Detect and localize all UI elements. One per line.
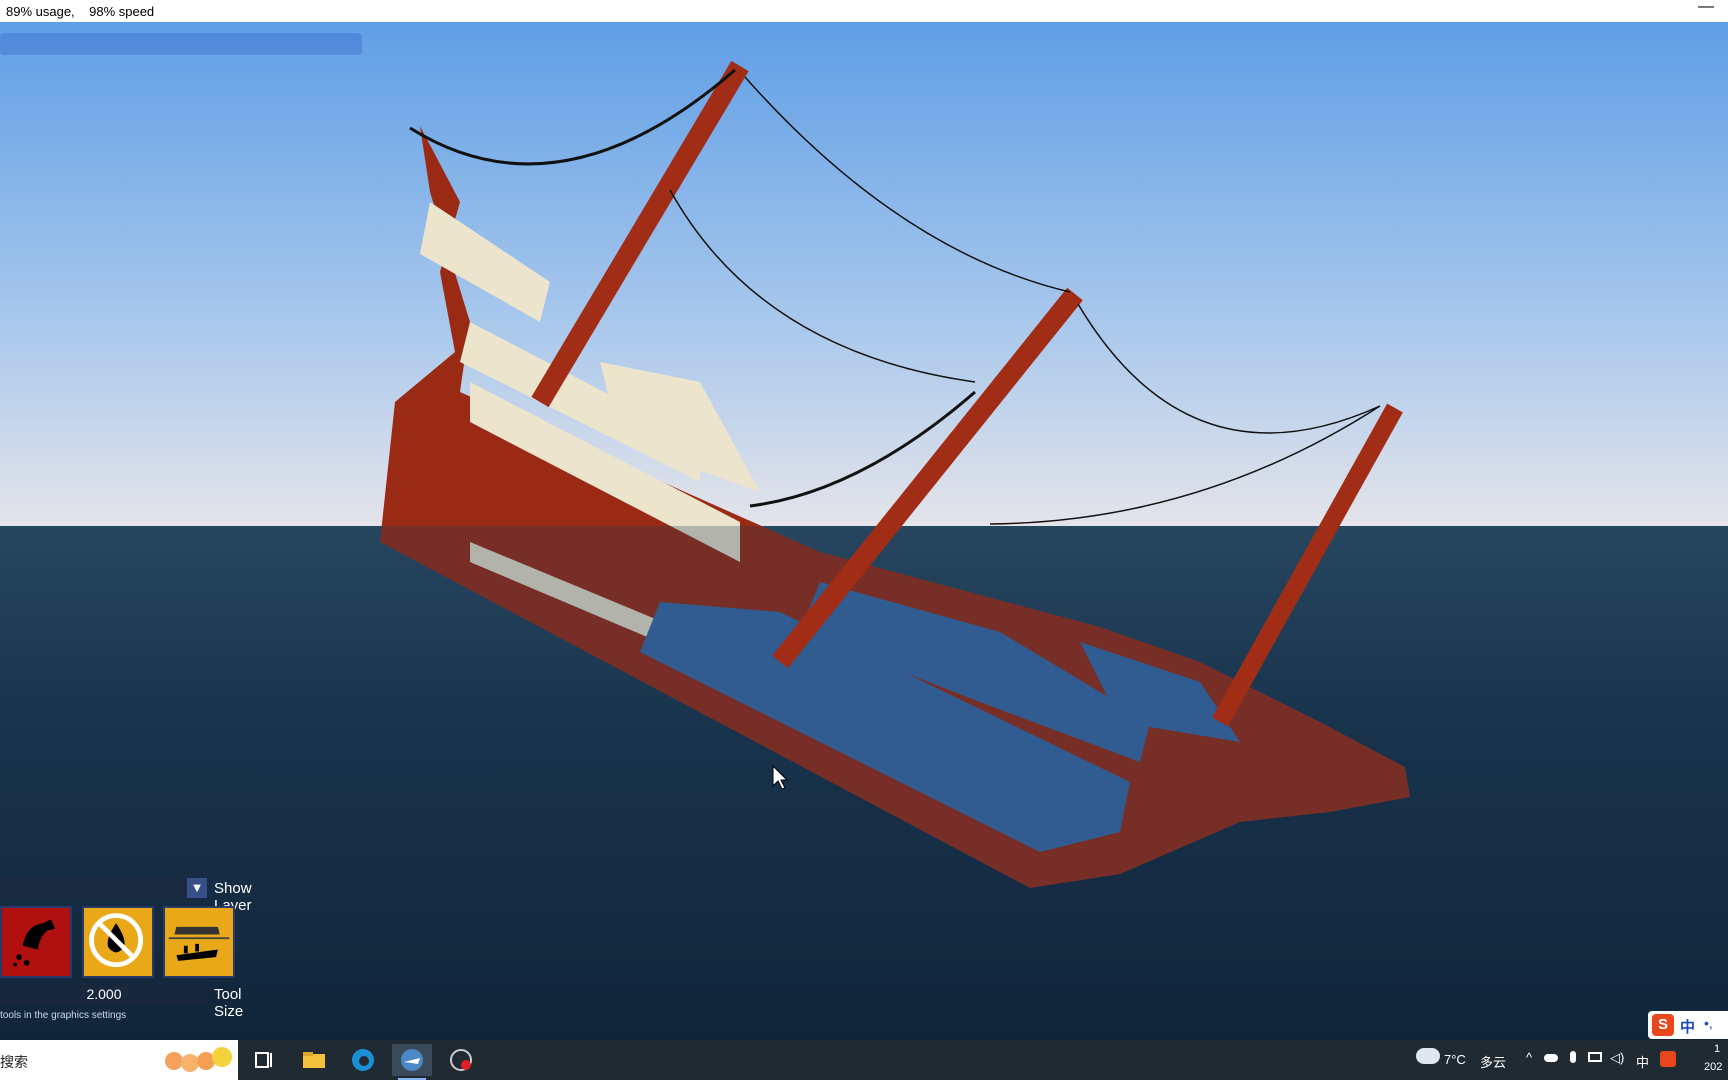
dropdown-arrow-icon[interactable]: ▼ — [187, 878, 207, 898]
task-view-icon[interactable] — [244, 1044, 284, 1076]
chevron-up-icon[interactable]: ^ — [1526, 1050, 1532, 1065]
weather-temp[interactable]: 7°C — [1444, 1052, 1466, 1067]
tool-size-input[interactable]: 2.000 — [0, 983, 208, 1005]
volume-icon[interactable]: ◁) — [1610, 1050, 1624, 1066]
ime-punct-label: •, — [1704, 1015, 1713, 1031]
network-icon[interactable] — [1588, 1052, 1602, 1062]
microphone-icon[interactable] — [1570, 1051, 1576, 1063]
water-surface-overlay — [0, 526, 1728, 1040]
system-tray: 7°C 多云 ^ ◁) 中 1 202 — [1414, 1040, 1728, 1080]
ime-toolbar[interactable]: S 中 •, — [1648, 1011, 1728, 1039]
minimize-icon[interactable]: — — [1698, 0, 1714, 16]
weather-cloud-icon[interactable] — [1416, 1048, 1440, 1064]
sogou-icon: S — [1652, 1014, 1674, 1036]
water-faucet-icon — [13, 919, 55, 967]
search-placeholder: 搜索 — [0, 1054, 28, 1070]
ime-chinese-label: 中 — [1680, 1019, 1696, 1036]
clock-time[interactable]: 1 — [1714, 1043, 1720, 1055]
usage-speed-status: 89% usage, 98% speed — [6, 4, 155, 19]
graphics-settings-hint: tools in the graphics settings — [0, 1010, 127, 1021]
sky — [0, 22, 1728, 526]
flood-tool-button[interactable] — [0, 906, 72, 978]
ime-mode-indicator[interactable]: 中 — [1636, 1052, 1649, 1071]
onedrive-icon[interactable] — [1544, 1054, 1558, 1062]
progress-strip — [0, 33, 362, 55]
game-viewport[interactable] — [0, 22, 1728, 1040]
taskbar-search[interactable]: 搜索 — [0, 1040, 238, 1080]
sogou-tray-icon[interactable] — [1660, 1051, 1676, 1067]
sinking-ship-icon — [168, 926, 230, 961]
tool-size-label: Tool Size — [214, 986, 244, 1020]
recorder-app-icon[interactable] — [441, 1044, 481, 1076]
weather-desc[interactable]: 多云 — [1480, 1052, 1506, 1071]
drain-tool-button[interactable] — [82, 906, 154, 978]
search-highlight-icon — [165, 1047, 232, 1072]
sink-tool-button[interactable] — [163, 906, 235, 978]
edge-browser-icon[interactable] — [343, 1044, 383, 1076]
file-explorer-icon[interactable] — [294, 1044, 334, 1076]
no-water-icon — [89, 913, 144, 968]
clock-date[interactable]: 202 — [1704, 1061, 1722, 1073]
layer-dropdown[interactable] — [0, 876, 188, 900]
title-bar: 89% usage, 98% speed — — [0, 0, 1728, 23]
taskbar: 搜索 7°C 多云 ^ ◁) 中 1 202 — [0, 1040, 1728, 1080]
game-app-icon[interactable] — [392, 1044, 432, 1080]
